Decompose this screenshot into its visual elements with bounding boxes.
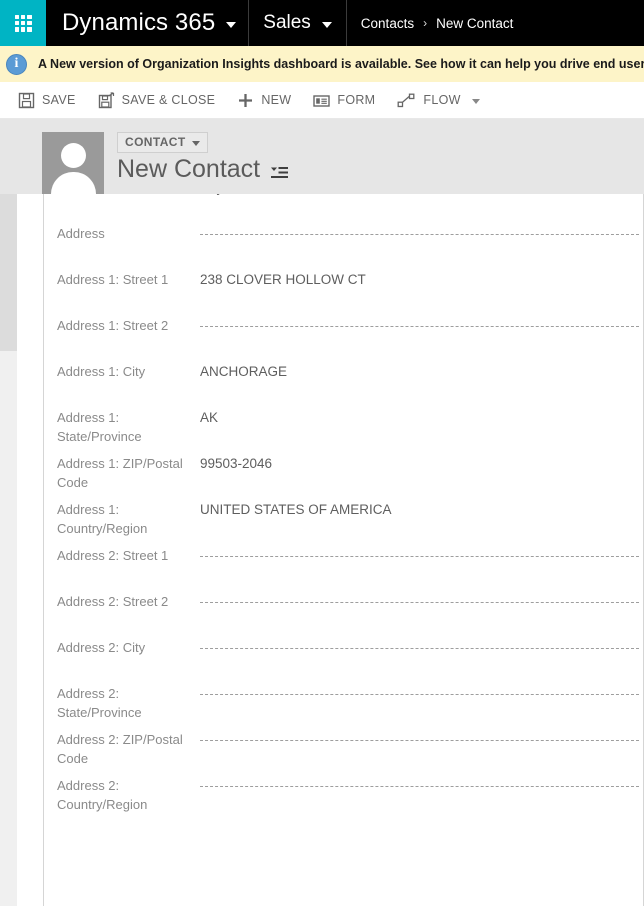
field-label: Address 1: State/Province: [57, 410, 142, 444]
entity-type-selector[interactable]: CONTACT: [117, 132, 208, 153]
field-value[interactable]: 99503-2046: [200, 454, 644, 473]
save-and-close-button-label: SAVE & CLOSE: [121, 93, 216, 107]
avatar-head-shape: [60, 143, 86, 168]
chevron-down-icon: [226, 21, 237, 28]
form-button[interactable]: FORM: [313, 82, 375, 118]
field-value[interactable]: [200, 326, 639, 327]
notification-bar: i A New version of Organization Insights…: [0, 46, 644, 82]
chevron-down-icon: [191, 140, 200, 146]
new-button[interactable]: NEW: [237, 82, 291, 118]
form-row: Address 1: Street 1 238 CLOVER HOLLOW CT: [43, 263, 644, 309]
record-title-row: New Contact: [117, 155, 289, 184]
save-button[interactable]: SAVE: [18, 82, 76, 118]
field-value[interactable]: [200, 234, 639, 235]
contact-form-panel: ContactAny Address Address 1: Street 1 238 …: [17, 194, 644, 906]
form-row: Address 1: City ANCHORAGE: [43, 355, 644, 401]
field-label: Address: [57, 226, 105, 241]
field-value[interactable]: 238 CLOVER HOLLOW CT: [200, 270, 644, 289]
field-value[interactable]: [200, 602, 639, 603]
breadcrumb-item-contacts[interactable]: Contacts: [361, 16, 414, 31]
brand-label: Dynamics 365: [62, 9, 216, 36]
field-value[interactable]: [200, 740, 639, 741]
save-floppy-icon: [18, 92, 35, 108]
form-row: Address 2: City: [43, 631, 644, 677]
breadcrumb-current-new-contact: New Contact: [436, 15, 514, 31]
app-launcher-button[interactable]: [0, 0, 46, 46]
field-label: Address 1: ZIP/Postal Code: [57, 456, 183, 490]
chevron-down-icon: [321, 21, 332, 28]
plus-icon: [239, 93, 253, 107]
field-label: Address 2: Street 2: [57, 594, 169, 609]
form-row: Address 1: Country/Region UNITED STATES O…: [43, 493, 644, 539]
record-header: CONTACT New Contact: [0, 119, 644, 194]
command-bar: SAVE SAVE & CLOSE NEW FORM FLOW: [0, 82, 644, 119]
avatar-body-shape: [50, 172, 96, 194]
field-label: Contact: [43, 194, 200, 197]
field-label: Address 1: Country/Region: [57, 502, 148, 536]
field-label: Address 1: City: [57, 364, 146, 379]
field-value[interactable]: AK: [200, 408, 644, 427]
field-value[interactable]: Any: [200, 194, 644, 197]
form-row: Address 2: Country/Region: [43, 769, 644, 815]
form-selector-icon[interactable]: [270, 166, 289, 181]
form-row: Address 2: Street 2: [43, 585, 644, 631]
contact-avatar-placeholder-icon: [42, 132, 104, 194]
field-value[interactable]: [200, 694, 639, 695]
field-value[interactable]: [200, 556, 639, 557]
flow-button-label: FLOW: [423, 93, 461, 107]
save-button-label: SAVE: [42, 93, 76, 107]
field-label: Address 2: Country/Region: [57, 778, 148, 812]
form-row: Address 2: State/Province: [43, 677, 644, 723]
field-label: Address 1: Street 2: [57, 318, 169, 333]
info-circle-icon[interactable]: i: [6, 53, 27, 75]
app-selector-sales[interactable]: Sales: [249, 0, 347, 46]
form-row: Address 1: ZIP/Postal Code 99503-2046: [43, 447, 644, 493]
record-title-group: CONTACT New Contact: [117, 132, 289, 184]
form-row: Address 2: ZIP/Postal Code: [43, 723, 644, 769]
app-name-label: Sales: [263, 12, 311, 33]
scrollbar-thumb[interactable]: [0, 194, 17, 351]
form-row: Address 1: State/Province AK: [43, 401, 644, 447]
form-row: Address 2: Street 1: [43, 539, 644, 585]
field-label: Address 1: Street 1: [57, 272, 169, 287]
chevron-down-icon[interactable]: [471, 98, 480, 104]
save-and-close-button[interactable]: SAVE & CLOSE: [98, 82, 216, 118]
form-row: ContactAny: [43, 194, 644, 217]
breadcrumb: Contacts › New Contact: [347, 0, 528, 46]
notification-message: A New version of Organization Insights d…: [38, 57, 644, 71]
flow-button[interactable]: FLOW: [397, 82, 480, 118]
form-row: Address 1: Street 2: [43, 309, 644, 355]
flow-icon: [397, 93, 415, 107]
field-value[interactable]: UNITED STATES OF AMERICA: [200, 500, 644, 519]
form-icon: [313, 94, 331, 107]
field-label: Address 2: ZIP/Postal Code: [57, 732, 183, 766]
field-label: Address 2: State/Province: [57, 686, 142, 720]
breadcrumb-separator-icon: ›: [423, 16, 428, 30]
field-value[interactable]: ANCHORAGE: [200, 362, 644, 381]
top-navigation-bar: Dynamics 365 Sales Contacts › New Contac…: [0, 0, 644, 46]
field-value[interactable]: [200, 648, 639, 649]
form-body-area: ContactAny Address Address 1: Street 1 238 …: [0, 194, 644, 906]
page-title: New Contact: [117, 155, 261, 183]
field-value[interactable]: [200, 786, 639, 787]
form-row: Address: [43, 217, 644, 263]
new-button-label: NEW: [261, 93, 292, 107]
form-fields-container: ContactAny Address Address 1: Street 1 238 …: [17, 194, 644, 906]
brand-dynamics365-menu[interactable]: Dynamics 365: [46, 0, 250, 46]
entity-type-label: CONTACT: [125, 135, 186, 149]
vertical-scrollbar[interactable]: [0, 194, 17, 906]
field-label: Address 2: City: [57, 640, 146, 655]
form-button-label: FORM: [337, 93, 376, 107]
app-launcher-waffle-icon: [14, 14, 32, 32]
field-label: Address 2: Street 1: [57, 548, 169, 563]
save-and-close-icon: [98, 91, 114, 108]
form-rows: ContactAny Address Address 1: Street 1 238 …: [43, 194, 644, 815]
